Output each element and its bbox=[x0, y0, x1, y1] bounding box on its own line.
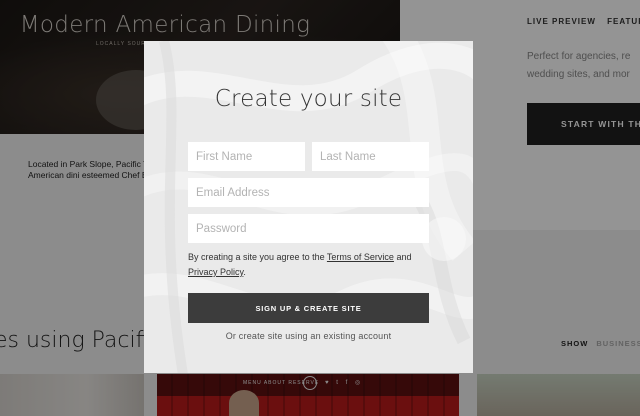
email-field[interactable] bbox=[188, 178, 429, 207]
existing-account-link[interactable]: Or create site using an existing account bbox=[144, 331, 473, 341]
terms-text: By creating a site you agree to the Term… bbox=[188, 250, 433, 280]
terms-suffix: . bbox=[243, 267, 246, 277]
password-field[interactable] bbox=[188, 214, 429, 243]
first-name-field[interactable] bbox=[188, 142, 305, 171]
terms-of-service-link[interactable]: Terms of Service bbox=[327, 252, 394, 262]
page: Modern American Dining LOCALLY SOURCED L… bbox=[0, 0, 640, 416]
create-site-modal: Create your site By creating a site you … bbox=[144, 41, 473, 373]
sign-up-create-site-button[interactable]: SIGN UP & CREATE SITE bbox=[188, 293, 429, 323]
terms-middle: and bbox=[393, 252, 412, 262]
privacy-policy-link[interactable]: Privacy Policy bbox=[188, 267, 243, 277]
terms-prefix: By creating a site you agree to the bbox=[188, 252, 327, 262]
modal-title: Create your site bbox=[214, 86, 403, 112]
last-name-field[interactable] bbox=[312, 142, 429, 171]
